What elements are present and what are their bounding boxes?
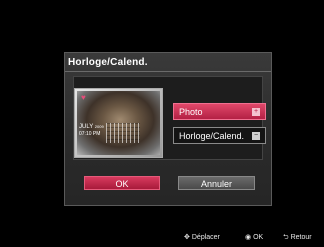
cancel-button[interactable]: Annuler	[178, 176, 255, 190]
option-clock-calendar[interactable]: Horloge/Calend. −	[173, 127, 266, 144]
heart-icon: ♥	[81, 93, 86, 102]
back-arrow-icon: ⮌	[283, 234, 289, 241]
plus-icon: +	[252, 108, 260, 116]
ok-button[interactable]: OK	[84, 176, 160, 190]
title-divider	[65, 71, 271, 72]
option-photo[interactable]: Photo +	[173, 103, 266, 120]
dialog-title: Horloge/Calend.	[68, 57, 148, 68]
directional-pad-icon: ✥	[184, 234, 190, 241]
preview-time: 07:10 PM	[79, 131, 101, 137]
preview-calendar-grid	[106, 123, 140, 143]
ok-button-icon: ◉	[245, 234, 252, 241]
footer-move-hint: ✥ Déplacer	[184, 233, 220, 241]
minus-icon: −	[252, 132, 260, 140]
preview-year: 2009	[94, 124, 104, 129]
footer-back-label: Retour	[290, 234, 312, 241]
option-photo-label: Photo	[179, 107, 203, 117]
preview-calendar-text: JULY 2009 07:10 PM	[79, 123, 104, 138]
preview-thumbnail: ♥ JULY 2009 07:10 PM	[74, 88, 163, 158]
footer-move-label: Déplacer	[191, 234, 220, 241]
footer-back-hint: ⮌ Retour	[283, 233, 312, 244]
option-clock-calendar-label: Horloge/Calend.	[179, 131, 245, 141]
preview-month: JULY	[79, 124, 94, 130]
footer-ok-label: OK	[253, 234, 264, 241]
footer-ok-hint: ◉ OK	[245, 233, 263, 241]
